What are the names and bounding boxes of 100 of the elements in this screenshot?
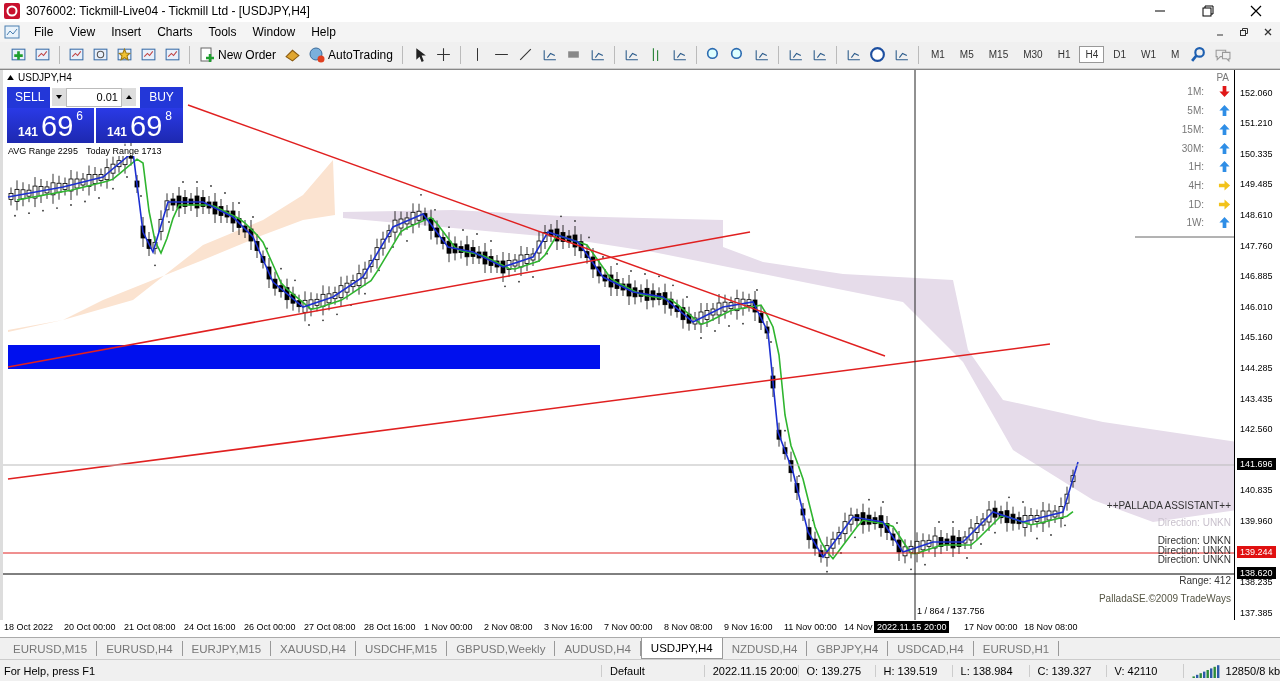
- menu-item[interactable]: Charts: [149, 24, 201, 39]
- chart-symbol: USDJPY,H4: [18, 71, 72, 83]
- menu-item[interactable]: Window: [244, 24, 304, 39]
- restore-icon[interactable]: [1201, 3, 1215, 18]
- timeframe-button[interactable]: M5: [953, 46, 980, 64]
- chart-tab[interactable]: NZDUSD,H4: [722, 641, 808, 657]
- price-tick: 152.060: [1240, 87, 1273, 98]
- price-tick: 148.610: [1240, 210, 1273, 220]
- price-tick: 151.210: [1240, 118, 1273, 129]
- time-tick: 26 Oct 00:00: [244, 622, 296, 633]
- crosshair-readout: 1 / 864 / 137.756: [917, 605, 985, 616]
- credit-text: PalladaSE.©2009 TradeWays: [1098, 592, 1231, 604]
- close-icon[interactable]: [1263, 26, 1273, 37]
- connection-bars-icon: [1191, 663, 1222, 678]
- timeframe-button[interactable]: H1: [1051, 46, 1077, 64]
- timeframe-button[interactable]: M30: [1017, 46, 1049, 64]
- direction-status: Direction: UNKN: [1157, 555, 1231, 565]
- price-tick: 146.010: [1240, 301, 1273, 312]
- menu-item[interactable]: Insert: [103, 24, 150, 39]
- direction-status: Direction: UNKN: [1157, 545, 1231, 556]
- time-tick: 1 Nov 00:00: [424, 622, 473, 633]
- timeframe-button[interactable]: M15: [982, 46, 1015, 64]
- timeframe-button[interactable]: H4: [1079, 46, 1105, 64]
- chart-tab[interactable]: XAUUSD,H4: [271, 641, 356, 657]
- ingot-icon[interactable]: [284, 46, 301, 64]
- menu-item[interactable]: Tools: [200, 24, 245, 39]
- chart-tab[interactable]: USDCAD,H4: [888, 641, 974, 657]
- document-plus-icon: [199, 46, 215, 63]
- timeframe-label: 1D:: [1188, 198, 1204, 210]
- pips: 69: [130, 110, 163, 141]
- price-tick: 146.885: [1240, 271, 1273, 282]
- time-tick: 28 Oct 16:00: [364, 622, 416, 633]
- timeframe-button[interactable]: W1: [1135, 46, 1163, 64]
- sell-button[interactable]: SELL: [7, 86, 50, 108]
- low-price: L: 138.984: [951, 664, 1029, 677]
- pip-fraction: 6: [76, 108, 83, 123]
- chart-tab[interactable]: GBPUSD,Weekly: [447, 641, 556, 657]
- traffic-counter: 12850/8 kb: [1225, 664, 1280, 677]
- price-tick: 149.485: [1240, 179, 1273, 190]
- pa-title: PA: [1216, 71, 1229, 83]
- chart-tab[interactable]: GBPJPY,H4: [807, 641, 889, 657]
- menu-item[interactable]: View: [61, 24, 104, 39]
- time-tick: 17 Nov 00:00: [964, 622, 1018, 633]
- chart-tab[interactable]: USDJPY,H4: [640, 638, 723, 660]
- timeframe-button[interactable]: M1: [924, 46, 951, 64]
- chart-tab[interactable]: USDCHF,M15: [355, 641, 448, 657]
- timeframe-label: 5M:: [1187, 105, 1204, 117]
- time-tick: 20 Oct 00:00: [64, 622, 116, 633]
- time-tick: 7 Nov 00:00: [604, 622, 653, 633]
- price-tick: 138.235: [1240, 577, 1273, 588]
- increase-icon[interactable]: [122, 88, 136, 107]
- timeframe-button[interactable]: M: [1165, 46, 1186, 64]
- pips: 69: [41, 110, 74, 141]
- crosshair-time: 2022.11.15 20:00: [874, 621, 950, 634]
- price-marker: 141.696: [1237, 457, 1276, 470]
- price-tick: 143.435: [1240, 393, 1273, 404]
- window-title: 3076002: Tickmill-Live04 - Tickmill Ltd - [USDJPY,H4]: [26, 3, 310, 18]
- search-icon[interactable]: [1190, 46, 1208, 64]
- time-tick: 27 Oct 08:00: [304, 622, 356, 633]
- star-icon[interactable]: [116, 46, 133, 64]
- price-tick: 144.285: [1240, 363, 1273, 373]
- menu-item[interactable]: File: [26, 24, 62, 39]
- assistant-title: ++PALLADA ASSISTANT++: [1106, 499, 1231, 511]
- chart-tab[interactable]: EURUSD,M15: [4, 641, 98, 657]
- chart-tab[interactable]: AUDUSD,H4: [555, 641, 641, 657]
- open-price: O: 139.275: [797, 664, 875, 677]
- menu-item[interactable]: Help: [303, 24, 344, 39]
- price-tick: 147.760: [1240, 240, 1273, 251]
- buy-button[interactable]: BUY: [140, 86, 183, 108]
- time-tick: 24 Oct 16:00: [184, 622, 236, 633]
- timeframe-label: 15M:: [1181, 123, 1204, 135]
- time-tick: 18 Oct 2022: [4, 622, 54, 633]
- time-tick: 9 Nov 16:00: [724, 622, 773, 633]
- crosshair-icon[interactable]: [434, 46, 452, 64]
- profile-name: Default: [601, 664, 704, 677]
- chart-window-icon[interactable]: [4, 23, 20, 40]
- price-tick: 139.960: [1240, 516, 1273, 526]
- time-tick: 18 Nov 08:00: [1024, 622, 1078, 633]
- timeframe-button[interactable]: D1: [1107, 46, 1133, 64]
- close-icon[interactable]: [1249, 3, 1263, 18]
- restore-icon[interactable]: [1239, 26, 1249, 37]
- close-price: C: 139.327: [1028, 664, 1106, 677]
- time-tick: 14 Nov: [844, 622, 873, 633]
- time-tick: 3 Nov 16:00: [544, 622, 593, 633]
- timeframe-label: 1H:: [1188, 161, 1204, 173]
- chart-tab[interactable]: EURJPY,M15: [182, 641, 272, 657]
- volume: V: 42110: [1105, 664, 1183, 677]
- price-tick: 140.835: [1240, 485, 1273, 496]
- new-order-button[interactable]: New Order: [196, 45, 279, 64]
- time-tick: 11 Nov 00:00: [784, 622, 837, 633]
- lot-size-field[interactable]: 0.01: [66, 87, 122, 107]
- chart-tab[interactable]: EURUSD,H4: [97, 641, 183, 657]
- today-range: Today Range 1713: [85, 145, 162, 156]
- collapse-icon[interactable]: [7, 74, 14, 80]
- auto-trading-button[interactable]: AutoTrading: [306, 45, 396, 64]
- chart-tab[interactable]: EURUSD,H1: [973, 641, 1060, 657]
- price-tick: 142.560: [1240, 424, 1273, 435]
- decrease-icon[interactable]: [52, 88, 66, 107]
- timeframe-label: 4H:: [1188, 179, 1204, 191]
- avg-range: AVG Range 2295: [8, 145, 78, 156]
